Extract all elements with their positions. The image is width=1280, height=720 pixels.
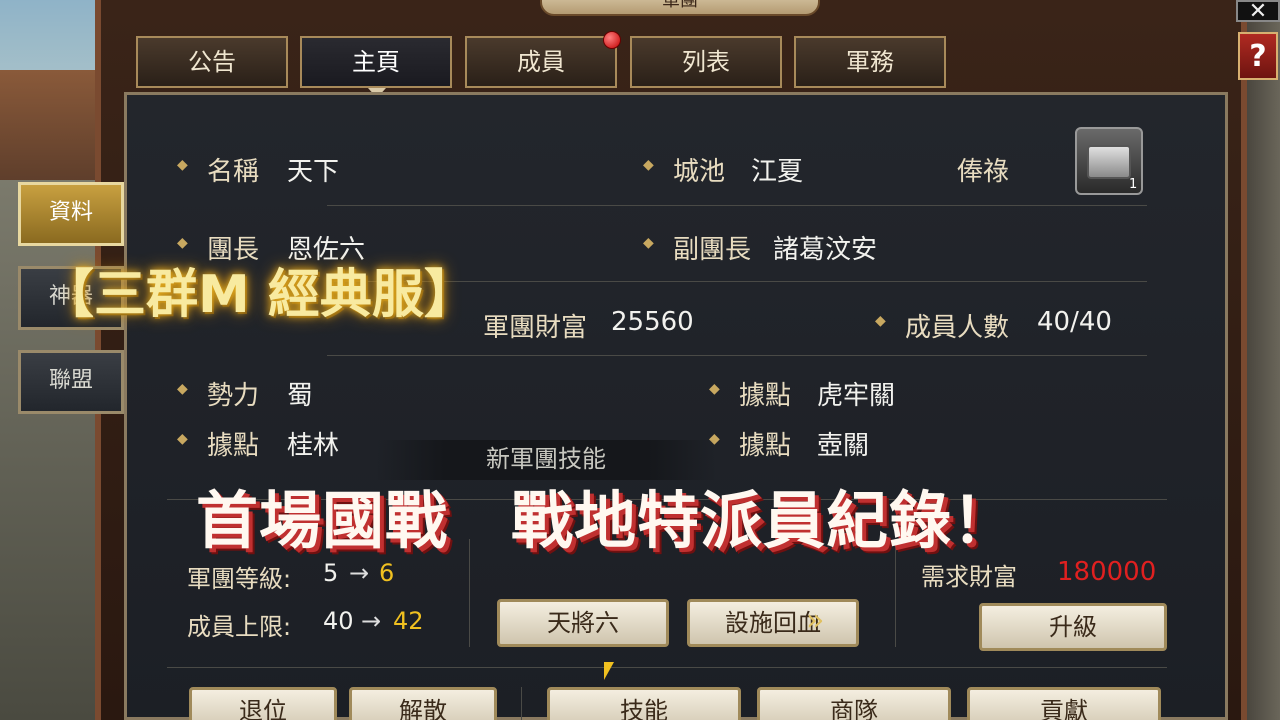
bullet-icon: ◆ bbox=[177, 381, 188, 397]
members-count-value: 40/40 bbox=[1037, 307, 1112, 337]
caravan-button[interactable]: 商隊 bbox=[757, 687, 951, 720]
mouse-cursor-icon bbox=[604, 662, 614, 680]
close-icon: ✕ bbox=[1248, 0, 1268, 24]
notification-dot-icon bbox=[603, 31, 621, 49]
building-roof bbox=[0, 70, 110, 190]
server-caption: 【三群M 經典服】 bbox=[42, 265, 476, 325]
close-button[interactable]: ✕ bbox=[1236, 0, 1280, 24]
tab-list[interactable]: 列表 bbox=[630, 36, 782, 88]
stronghold-value: 桂林 bbox=[287, 431, 340, 461]
wealth-value: 25560 bbox=[611, 307, 694, 337]
vice-leader-value: 諸葛汶安 bbox=[773, 235, 878, 265]
skill-facility-heal-button[interactable]: 設施回血 bbox=[687, 599, 859, 647]
arrow-icon: → bbox=[361, 607, 382, 635]
city-value: 江夏 bbox=[751, 157, 804, 187]
help-button[interactable]: ? bbox=[1238, 32, 1278, 80]
stronghold-label: 據點 bbox=[739, 431, 792, 461]
disband-button[interactable]: 解散 bbox=[349, 687, 497, 720]
member-cap-to: 42 bbox=[393, 607, 424, 635]
main-caption: 首場國戰 戰地特派員紀錄！ bbox=[196, 484, 1016, 557]
city-label: 城池 bbox=[673, 157, 726, 187]
bullet-icon: ◆ bbox=[875, 313, 886, 329]
tab-members[interactable]: 成員 bbox=[465, 36, 617, 88]
bullet-icon: ◆ bbox=[177, 235, 188, 251]
skills-button[interactable]: 技能 bbox=[547, 687, 741, 720]
salary-label: 俸祿 bbox=[957, 157, 1010, 187]
divider bbox=[327, 205, 1147, 206]
required-wealth-label: 需求財富 bbox=[921, 563, 1017, 591]
upgrade-button[interactable]: 升級 bbox=[979, 603, 1167, 651]
salary-chest-button[interactable]: 1 bbox=[1075, 127, 1143, 195]
treasure-chest-icon bbox=[1087, 145, 1131, 179]
info-panel: ◆ 名稱 天下 ◆ 城池 江夏 俸祿 1 ◆ 團長 恩佐六 ◆ 副團長 諸葛汶安… bbox=[124, 92, 1228, 720]
legion-level-to: 6 bbox=[379, 559, 395, 587]
bullet-icon: ◆ bbox=[709, 381, 720, 397]
bullet-icon: ◆ bbox=[177, 431, 188, 447]
double-chevron-icon: » bbox=[806, 603, 825, 638]
contribute-button[interactable]: 貢獻 bbox=[967, 687, 1161, 720]
stronghold-value: 壺關 bbox=[817, 431, 870, 461]
tab-home[interactable]: 主頁 bbox=[300, 36, 452, 88]
tab-announcement[interactable]: 公告 bbox=[136, 36, 288, 88]
faction-value: 蜀 bbox=[287, 381, 314, 411]
divider bbox=[327, 355, 1147, 356]
bullet-icon: ◆ bbox=[643, 235, 654, 251]
side-tab-alliance[interactable]: 聯盟 bbox=[18, 350, 124, 414]
legion-name: 天下 bbox=[287, 157, 340, 187]
bullet-icon: ◆ bbox=[643, 157, 654, 173]
arrow-icon: → bbox=[349, 559, 370, 587]
name-label: 名稱 bbox=[207, 157, 260, 187]
bullet-icon: ◆ bbox=[177, 157, 188, 173]
divider bbox=[167, 667, 1167, 668]
window-title: 軍團 bbox=[540, 0, 820, 16]
abdicate-button[interactable]: 退位 bbox=[189, 687, 337, 720]
legion-level-from: 5 bbox=[323, 559, 339, 587]
chest-count: 1 bbox=[1129, 177, 1138, 192]
member-cap-label: 成員上限: bbox=[187, 613, 292, 641]
members-count-label: 成員人數 bbox=[905, 313, 1010, 343]
faction-label: 勢力 bbox=[207, 381, 260, 411]
skill-tianjiang-button[interactable]: 天將六 bbox=[497, 599, 669, 647]
wealth-label: 軍團財富 bbox=[483, 313, 588, 343]
stronghold-label: 據點 bbox=[207, 431, 260, 461]
stronghold-label: 據點 bbox=[739, 381, 792, 411]
tab-military[interactable]: 軍務 bbox=[794, 36, 946, 88]
required-wealth-value: 180000 bbox=[1057, 557, 1157, 587]
stronghold-value: 虎牢關 bbox=[817, 381, 896, 411]
question-icon: ? bbox=[1249, 39, 1267, 74]
member-cap-from: 40 bbox=[323, 607, 354, 635]
legion-level-label: 軍團等級: bbox=[187, 565, 292, 593]
divider bbox=[521, 687, 522, 720]
vice-leader-label: 副團長 bbox=[673, 235, 752, 265]
side-tab-info[interactable]: 資料 bbox=[18, 182, 124, 246]
